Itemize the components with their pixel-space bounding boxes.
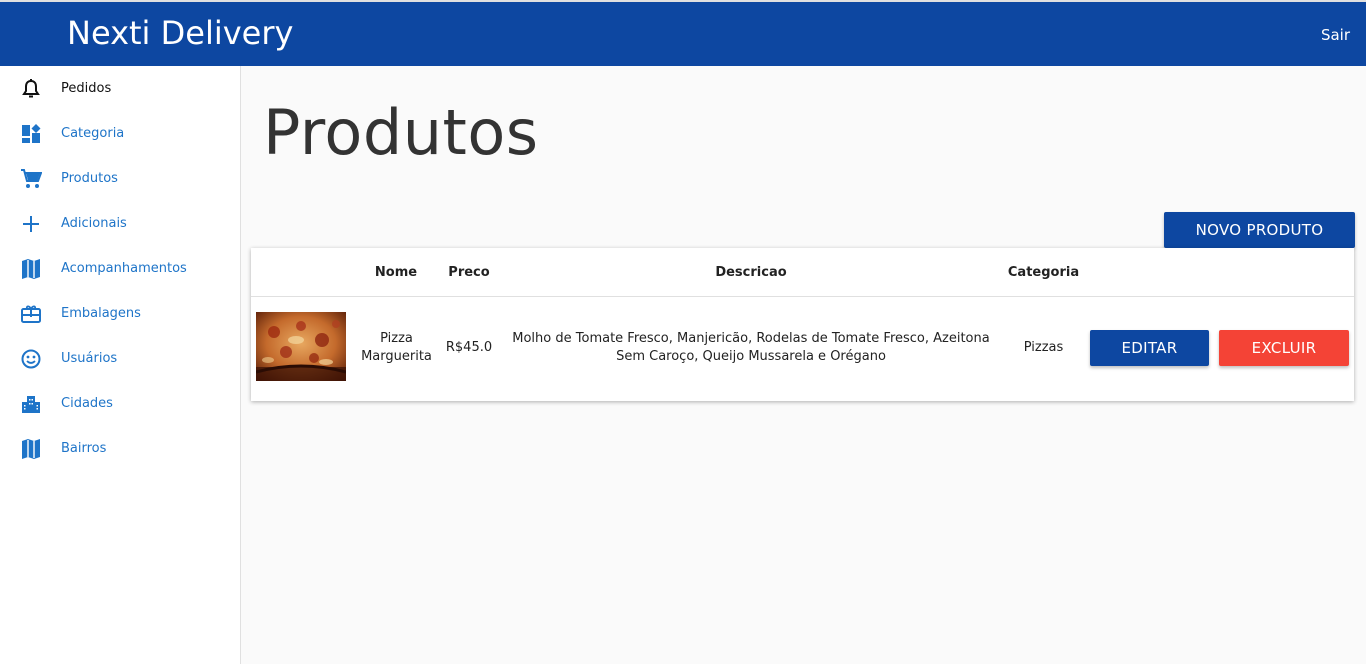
table-row: Pizza Marguerita R$45.0 Molho de Tomate … (251, 297, 1354, 401)
product-image (256, 312, 346, 381)
gift-card-icon (20, 303, 42, 325)
app-bar: Nexti Delivery Sair (0, 0, 1366, 66)
bell-icon (20, 78, 42, 100)
product-category: Pizzas (1023, 340, 1064, 355)
sidebar-item-adicionais[interactable]: Adicionais (0, 201, 240, 246)
sidebar-item-label: Usuários (61, 351, 118, 366)
cart-icon (20, 168, 42, 190)
sidebar-item-label: Adicionais (61, 216, 127, 231)
sidebar-item-label: Bairros (61, 441, 107, 456)
map-icon (20, 258, 42, 280)
product-name: Pizza Marguerita (361, 331, 432, 364)
column-header-descricao: Descricao (715, 265, 787, 280)
sidebar-item-acompanhamentos[interactable]: Acompanhamentos (0, 246, 240, 291)
sidebar-item-usuarios[interactable]: Usuários (0, 336, 240, 381)
smiley-icon (20, 348, 42, 370)
sidebar-item-label: Produtos (61, 171, 118, 186)
delete-button[interactable]: EXCLUIR (1219, 330, 1349, 366)
column-header-nome: Nome (374, 265, 418, 280)
column-header-categoria: Categoria (1007, 265, 1080, 280)
column-header-preco: Preco (448, 265, 490, 280)
app-title: Nexti Delivery (67, 14, 294, 52)
page-title: Produtos (263, 96, 539, 169)
map-icon (20, 438, 42, 460)
product-price: R$45.0 (445, 340, 493, 355)
new-product-button[interactable]: NOVO PRODUTO (1164, 212, 1355, 248)
sidebar-item-pedidos[interactable]: Pedidos (0, 66, 240, 111)
sidebar-item-embalagens[interactable]: Embalagens (0, 291, 240, 336)
sidebar-item-label: Embalagens (61, 306, 141, 321)
sidebar-item-label: Acompanhamentos (61, 261, 187, 276)
dashboard-icon (20, 123, 42, 145)
sidebar-item-label: Categoria (61, 126, 125, 141)
sidebar-item-label: Pedidos (61, 81, 112, 96)
sidebar-item-bairros[interactable]: Bairros (0, 426, 240, 471)
sidebar-item-categoria[interactable]: Categoria (0, 111, 240, 156)
edit-button[interactable]: EDITAR (1090, 330, 1209, 366)
city-icon (20, 393, 42, 415)
main-content: Produtos NOVO PRODUTO Nome Preco Descric… (241, 66, 1366, 664)
product-description: Molho de Tomate Fresco, Manjericão, Rode… (512, 331, 990, 364)
table-header: Nome Preco Descricao Categoria (251, 248, 1354, 297)
sidebar-item-produtos[interactable]: Produtos (0, 156, 240, 201)
sidebar-item-label: Cidades (61, 396, 113, 411)
logout-link[interactable]: Sair (1321, 26, 1350, 44)
products-table: Nome Preco Descricao Categoria Pizza Mar… (251, 248, 1354, 401)
sidebar: Pedidos Categoria Produtos Adicionais Ac… (0, 66, 241, 664)
sidebar-item-cidades[interactable]: Cidades (0, 381, 240, 426)
plus-icon (20, 213, 42, 235)
